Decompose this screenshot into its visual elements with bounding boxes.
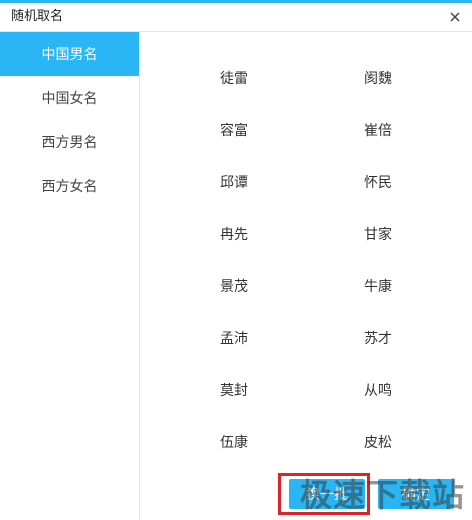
name-item[interactable]: 甘家 bbox=[333, 224, 423, 246]
name-item[interactable]: 伍康 bbox=[189, 432, 279, 454]
sidebar-item-label: 西方男名 bbox=[41, 135, 98, 151]
sidebar-item-chinese-female[interactable]: 中国女名 bbox=[0, 76, 139, 120]
name-item[interactable]: 孟沛 bbox=[189, 328, 279, 350]
name-item[interactable]: 阂魏 bbox=[333, 68, 423, 90]
close-icon bbox=[450, 12, 460, 22]
name-item[interactable]: 苏才 bbox=[333, 328, 423, 350]
name-item[interactable]: 莫封 bbox=[189, 380, 279, 402]
name-item[interactable]: 崔倍 bbox=[333, 120, 423, 142]
name-item[interactable]: 景茂 bbox=[189, 276, 279, 298]
name-item[interactable]: 皮松 bbox=[333, 432, 423, 454]
sidebar-item-western-male[interactable]: 西方男名 bbox=[0, 120, 139, 164]
category-sidebar: 中国男名 中国女名 西方男名 西方女名 bbox=[0, 32, 140, 520]
title-bar: 随机取名 bbox=[0, 3, 472, 31]
name-item[interactable]: 牛康 bbox=[333, 276, 423, 298]
name-item[interactable]: 容富 bbox=[189, 120, 279, 142]
random-names-button[interactable]: 换一批 bbox=[289, 479, 365, 509]
name-item[interactable]: 冉先 bbox=[189, 224, 279, 246]
sidebar-item-label: 中国女名 bbox=[41, 91, 98, 107]
name-item[interactable]: 怀民 bbox=[333, 172, 423, 194]
confirm-button[interactable]: 确定 bbox=[378, 479, 454, 509]
window-title: 随机取名 bbox=[11, 9, 64, 24]
sidebar-item-western-female[interactable]: 西方女名 bbox=[0, 164, 139, 208]
name-item[interactable]: 徒雷 bbox=[189, 68, 279, 90]
name-item[interactable]: 邱谭 bbox=[189, 172, 279, 194]
name-item[interactable]: 从鸣 bbox=[333, 380, 423, 402]
sidebar-item-label: 西方女名 bbox=[41, 179, 98, 195]
sidebar-item-chinese-male[interactable]: 中国男名 bbox=[0, 32, 139, 76]
close-button[interactable] bbox=[444, 6, 466, 28]
sidebar-item-label: 中国男名 bbox=[41, 47, 98, 63]
